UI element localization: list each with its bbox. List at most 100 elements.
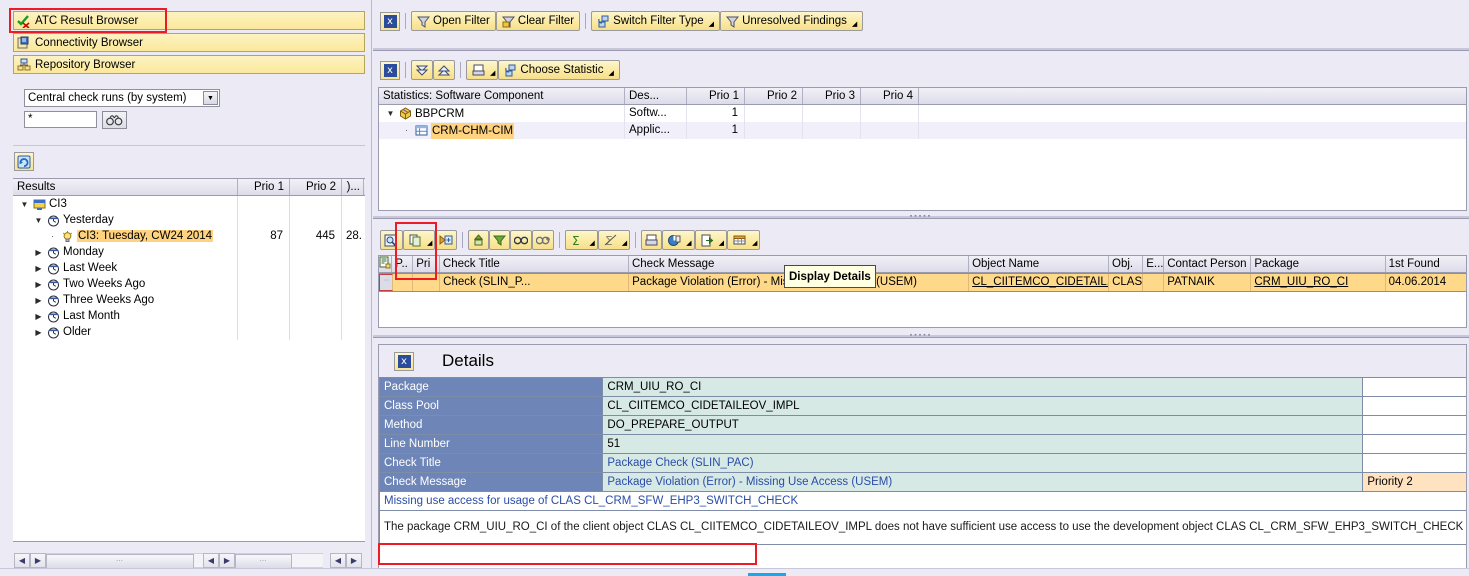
panel-divider-2[interactable]: ▪▪▪▪▪	[373, 216, 1469, 219]
close-details-button[interactable]: x	[394, 352, 414, 371]
tree-row[interactable]: ▶Last Week	[13, 260, 365, 276]
column-header-select-all[interactable]	[379, 256, 392, 272]
tree-row[interactable]: ·CI3: Tuesday, CW24 20148744528.	[13, 228, 365, 244]
sidebar-item-atc-result-browser[interactable]: ATC Result Browser	[13, 11, 365, 30]
panel-divider-1[interactable]	[373, 48, 1469, 51]
panel-divider-3[interactable]: ▪▪▪▪▪	[373, 335, 1469, 338]
find-button[interactable]	[510, 230, 532, 250]
results-tree[interactable]: Results Prio 1 Prio 2 )... ▼CI3▼Yesterda…	[13, 178, 365, 542]
column-header-object-type[interactable]: Obj.	[1109, 256, 1143, 272]
sidebar-item-repository-browser[interactable]: Repository Browser	[13, 55, 365, 74]
copy-button[interactable]: ◢	[403, 230, 435, 250]
display-details-button[interactable]	[380, 230, 403, 250]
tree-hscrollbar-3[interactable]: ◀ ▶	[330, 552, 370, 568]
tree-twisty-leaf-icon[interactable]: ·	[47, 232, 58, 241]
scroll-thumb[interactable]: ⋯	[46, 554, 194, 569]
scroll-left-icon[interactable]: ◀	[330, 553, 346, 568]
column-header-contact-person[interactable]: Contact Person	[1164, 256, 1251, 272]
column-header-prio2[interactable]: Prio 2	[290, 179, 342, 195]
print-button[interactable]	[641, 230, 662, 250]
scroll-left-icon[interactable]: ◀	[14, 553, 30, 568]
navigate-object-button[interactable]	[435, 230, 457, 250]
close-statistic-toolbar-button[interactable]: x	[380, 61, 400, 80]
row-select-handle[interactable]: ⋯	[379, 274, 393, 291]
column-header-description[interactable]: Des...	[625, 88, 687, 104]
chevron-down-icon[interactable]: ◢	[609, 70, 614, 77]
tree-twisty-closed-icon[interactable]: ▶	[33, 296, 44, 305]
tree-hscrollbar-1[interactable]: ◀ ▶ ⋯	[14, 552, 212, 568]
column-header-package[interactable]: Package	[1251, 256, 1385, 272]
expand-all-button[interactable]	[411, 60, 433, 80]
chevron-down-icon[interactable]: ◢	[589, 240, 594, 247]
column-header-e[interactable]: E...	[1143, 256, 1164, 272]
chevron-down-icon[interactable]: ◢	[852, 21, 857, 28]
export-button[interactable]: ◢	[695, 230, 727, 250]
tree-row[interactable]: ▶Last Month	[13, 308, 365, 324]
statistics-grid[interactable]: Statistics: Software Component Des... Pr…	[378, 87, 1467, 211]
tree-row[interactable]: ▶Older	[13, 324, 365, 340]
find-next-button[interactable]	[532, 230, 554, 250]
unresolved-findings-button[interactable]: Unresolved Findings ◢	[720, 11, 863, 31]
switch-filter-type-button[interactable]: Switch Filter Type ◢	[591, 11, 720, 31]
column-header-prio1[interactable]: Prio 1	[687, 88, 745, 104]
print-preview-button[interactable]: ◢	[466, 60, 498, 80]
tree-twisty-open-icon[interactable]: ▼	[19, 200, 30, 209]
statistics-row[interactable]: ▼BBPCRMSoftw...1	[379, 105, 1466, 122]
column-header-pri[interactable]: Pri	[413, 256, 440, 272]
findings-cell-object-name[interactable]: CL_CIITEMCO_CIDETAIL...	[969, 274, 1109, 291]
tree-row[interactable]: ▶Monday	[13, 244, 365, 260]
close-filter-toolbar-button[interactable]: x	[380, 12, 400, 31]
chevron-down-icon[interactable]: ◢	[752, 240, 757, 247]
scroll-thumb[interactable]: ⋯	[235, 554, 292, 569]
binoculars-icon[interactable]	[102, 111, 127, 129]
tree-twisty-closed-icon[interactable]: ▶	[33, 312, 44, 321]
total-sum-button[interactable]: Σ ◢	[565, 230, 597, 250]
tree-twisty-closed-icon[interactable]: ▶	[33, 264, 44, 273]
scroll-right-icon[interactable]: ▶	[219, 553, 235, 568]
tree-twisty-open-icon[interactable]: ▼	[385, 106, 396, 122]
findings-grid[interactable]: P.. Pri Check Title Check Message Object…	[378, 255, 1467, 328]
chevron-down-icon[interactable]: ◢	[427, 240, 432, 247]
column-header-object-name[interactable]: Object Name	[969, 256, 1109, 272]
column-header-prio1[interactable]: Prio 1	[238, 179, 290, 195]
sidebar-item-connectivity-browser[interactable]: Connectivity Browser	[13, 33, 365, 52]
column-header-results[interactable]: Results	[13, 179, 238, 195]
scroll-track[interactable]: ⋯	[46, 553, 212, 568]
tree-row[interactable]: ▶Two Weeks Ago	[13, 276, 365, 292]
tree-twisty-leaf-icon[interactable]: ·	[401, 123, 412, 139]
tree-twisty-open-icon[interactable]: ▼	[33, 216, 44, 225]
open-filter-button[interactable]: Open Filter	[411, 11, 496, 31]
filter-grid-button[interactable]	[489, 230, 510, 250]
run-filter-input[interactable]: *	[24, 111, 97, 128]
refresh-icon[interactable]	[14, 152, 34, 171]
tree-twisty-closed-icon[interactable]: ▶	[33, 248, 44, 257]
choose-statistic-button[interactable]: Choose Statistic ◢	[498, 60, 620, 80]
column-header-p[interactable]: P..	[392, 256, 413, 272]
layout-button[interactable]: ◢	[662, 230, 694, 250]
check-run-scope-dropdown[interactable]: Central check runs (by system) ▼	[24, 89, 220, 107]
tree-row[interactable]: ▼Yesterday	[13, 212, 365, 228]
scroll-track[interactable]: ⋯	[235, 553, 323, 568]
column-header-software-component[interactable]: Statistics: Software Component	[379, 88, 625, 104]
column-header-prio2[interactable]: Prio 2	[745, 88, 803, 104]
chevron-down-icon[interactable]: ◢	[709, 21, 714, 28]
findings-cell-package[interactable]: CRM_UIU_RO_CI	[1251, 274, 1385, 291]
tree-hscrollbar-2[interactable]: ◀ ▶ ⋯	[203, 552, 323, 568]
tree-twisty-closed-icon[interactable]: ▶	[33, 328, 44, 337]
tree-row[interactable]: ▶Three Weeks Ago	[13, 292, 365, 308]
collapse-all-button[interactable]	[433, 60, 455, 80]
chevron-down-icon[interactable]: ▼	[203, 91, 218, 105]
findings-row[interactable]: ⋯Check (SLIN_P...Package Violation (Erro…	[379, 273, 1466, 292]
scroll-left-icon[interactable]: ◀	[203, 553, 219, 568]
column-header-prio3[interactable]: )...	[342, 179, 364, 195]
chevron-down-icon[interactable]: ◢	[686, 240, 691, 247]
column-header-first-found[interactable]: 1st Found	[1386, 256, 1466, 272]
tree-twisty-closed-icon[interactable]: ▶	[33, 280, 44, 289]
chevron-down-icon[interactable]: ◢	[490, 70, 495, 77]
subtotal-button[interactable]: Σ ◢	[598, 230, 630, 250]
clear-filter-button[interactable]: Clear Filter	[496, 11, 580, 31]
column-header-prio3[interactable]: Prio 3	[803, 88, 861, 104]
column-header-check-title[interactable]: Check Title	[440, 256, 629, 272]
statistics-row[interactable]: ·CRM-CHM-CIMApplic...1	[379, 122, 1466, 139]
scroll-right-icon[interactable]: ▶	[346, 553, 362, 568]
